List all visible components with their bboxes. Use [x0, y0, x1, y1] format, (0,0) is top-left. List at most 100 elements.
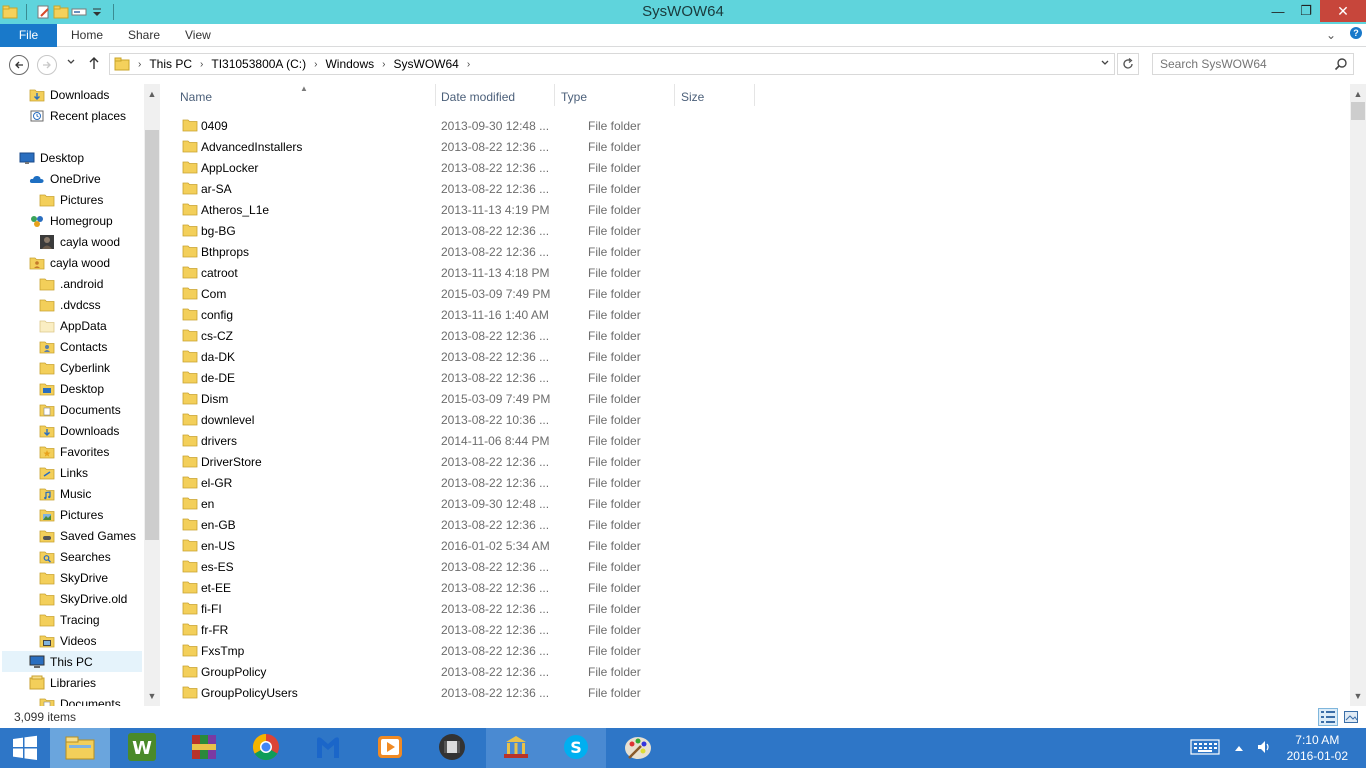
taskbar-app-file-explorer[interactable] [50, 728, 110, 768]
file-row[interactable]: da-DK 2013-08-22 12:36 ... File folder [178, 346, 778, 367]
maximize-button[interactable]: ❐ [1292, 0, 1320, 22]
nav-item-downloads[interactable]: Downloads [39, 420, 119, 441]
properties-icon[interactable] [35, 4, 51, 20]
nav-item-onedrive[interactable]: OneDrive [29, 168, 101, 189]
tab-home[interactable]: Home [57, 24, 117, 47]
nav-item-desktop[interactable]: Desktop [19, 147, 84, 168]
nav-item-videos[interactable]: Videos [39, 630, 96, 651]
nav-item-searches[interactable]: Searches [39, 546, 111, 567]
clock[interactable]: 7:10 AM 2016-01-02 [1287, 732, 1348, 764]
column-header-date-modified[interactable]: Date modified [441, 90, 515, 104]
nav-item-documents[interactable]: Documents [39, 693, 121, 706]
nav-item-favorites[interactable]: Favorites [39, 441, 109, 462]
taskbar-app-museum-app[interactable] [486, 728, 546, 768]
breadcrumb-separator[interactable]: › [463, 59, 474, 70]
minimize-button[interactable]: — [1264, 0, 1292, 22]
column-header-size[interactable]: Size [681, 90, 704, 104]
file-row[interactable]: en 2013-09-30 12:48 ... File folder [178, 493, 778, 514]
nav-item-cayla-wood[interactable]: cayla wood [29, 252, 110, 273]
nav-item-tracing[interactable]: Tracing [39, 609, 100, 630]
volume-icon[interactable] [1256, 739, 1272, 758]
tab-file[interactable]: File [0, 24, 57, 47]
taskbar-app-video-editor[interactable] [422, 728, 482, 768]
close-button[interactable]: ✕ [1320, 0, 1366, 22]
start-button[interactable] [0, 728, 50, 768]
nav-item-saved-games[interactable]: Saved Games [39, 525, 136, 546]
file-row[interactable]: el-GR 2013-08-22 12:36 ... File folder [178, 472, 778, 493]
taskbar-app-winrar[interactable] [174, 728, 234, 768]
file-row[interactable]: downlevel 2013-08-22 10:36 ... File folder [178, 409, 778, 430]
file-row[interactable]: et-EE 2013-08-22 12:36 ... File folder [178, 577, 778, 598]
nav-scrollbar[interactable]: ▲ ▼ [144, 84, 160, 706]
nav-item-dvdcss[interactable]: .dvdcss [39, 294, 101, 315]
breadcrumb-drive-c[interactable]: TI31053800A (C:) [207, 53, 310, 75]
file-row[interactable]: bg-BG 2013-08-22 12:36 ... File folder [178, 220, 778, 241]
column-divider[interactable] [554, 84, 555, 106]
breadcrumb-separator[interactable]: › [310, 59, 321, 70]
search-icon[interactable] [1334, 57, 1348, 74]
search-input[interactable] [1153, 54, 1325, 74]
breadcrumb-separator[interactable]: › [378, 59, 389, 70]
taskbar-app-paint[interactable] [608, 728, 668, 768]
column-divider[interactable] [674, 84, 675, 106]
breadcrumb-windows[interactable]: Windows [321, 53, 378, 75]
rename-icon[interactable] [71, 4, 87, 20]
file-row[interactable]: GroupPolicy 2013-08-22 12:36 ... File fold… [178, 661, 778, 682]
keyboard-icon[interactable] [1190, 738, 1220, 759]
breadcrumb-separator[interactable]: › [196, 59, 207, 70]
scroll-down-arrow[interactable]: ▼ [1350, 688, 1366, 704]
taskbar-app-skype[interactable]: S [546, 728, 606, 768]
back-button[interactable] [9, 55, 29, 75]
file-row[interactable]: 0409 2013-09-30 12:48 ... File folder [178, 115, 778, 136]
up-button[interactable] [88, 56, 100, 73]
file-list-scrollbar-thumb[interactable] [1351, 102, 1365, 120]
nav-item-cyberlink[interactable]: Cyberlink [39, 357, 110, 378]
file-row[interactable]: AdvancedInstallers 2013-08-22 12:36 ... Fi… [178, 136, 778, 157]
tab-view[interactable]: View [171, 24, 225, 47]
file-row[interactable]: Atheros_L1e 2013-11-13 4:19 PM File folder [178, 199, 778, 220]
nav-item-desktop[interactable]: Desktop [39, 378, 104, 399]
nav-item-pictures[interactable]: Pictures [39, 189, 103, 210]
folder-app-icon[interactable] [2, 4, 18, 20]
file-list-scrollbar[interactable]: ▲ ▼ [1350, 84, 1366, 706]
scroll-up-arrow[interactable]: ▲ [1350, 86, 1366, 102]
details-view-button[interactable] [1318, 708, 1338, 726]
file-row[interactable]: FxsTmp 2013-08-22 12:36 ... File folder [178, 640, 778, 661]
file-row[interactable]: GroupPolicyUsers 2013-08-22 12:36 ... File… [178, 682, 778, 703]
nav-scroll-down-arrow[interactable]: ▼ [144, 688, 160, 704]
breadcrumb-this-pc[interactable]: This PC [145, 53, 196, 75]
nav-item-android[interactable]: .android [39, 273, 103, 294]
nav-item-skydrive-old[interactable]: SkyDrive.old [39, 588, 127, 609]
taskbar-app-wordperfect[interactable]: W [112, 728, 172, 768]
nav-item-libraries[interactable]: Libraries [29, 672, 96, 693]
nav-item-documents[interactable]: Documents [39, 399, 121, 420]
column-header-name[interactable]: Name [180, 90, 212, 104]
address-history-dropdown[interactable] [1100, 56, 1110, 73]
file-row[interactable]: DriverStore 2013-08-22 12:36 ... File fold… [178, 451, 778, 472]
nav-scrollbar-thumb[interactable] [145, 130, 159, 540]
help-button[interactable]: ? [1350, 27, 1362, 39]
tab-share[interactable]: Share [114, 24, 174, 47]
expand-ribbon-button[interactable]: ⌄ [1326, 28, 1336, 42]
file-row[interactable]: fi-FI 2013-08-22 12:36 ... File folder [178, 598, 778, 619]
nav-scroll-up-arrow[interactable]: ▲ [144, 86, 160, 102]
taskbar-app-media-player[interactable] [360, 728, 420, 768]
nav-item-recent-places[interactable]: Recent places [29, 105, 126, 126]
breadcrumb-separator[interactable]: › [134, 59, 145, 70]
column-header-type[interactable]: Type [561, 90, 587, 104]
new-folder-icon[interactable] [53, 4, 69, 20]
nav-item-cayla-wood[interactable]: cayla wood [39, 231, 120, 252]
file-row[interactable]: Bthprops 2013-08-22 12:36 ... File folder [178, 241, 778, 262]
file-row[interactable]: fr-FR 2013-08-22 12:36 ... File folder [178, 619, 778, 640]
nav-item-appdata[interactable]: AppData [39, 315, 107, 336]
nav-item-homegroup[interactable]: Homegroup [29, 210, 113, 231]
file-row[interactable]: de-DE 2013-08-22 12:36 ... File folder [178, 367, 778, 388]
nav-item-pictures[interactable]: Pictures [39, 504, 103, 525]
file-row[interactable]: es-ES 2013-08-22 12:36 ... File folder [178, 556, 778, 577]
taskbar-app-chrome[interactable] [236, 728, 296, 768]
file-row[interactable]: en-US 2016-01-02 5:34 AM File folder [178, 535, 778, 556]
file-row[interactable]: en-GB 2013-08-22 12:36 ... File folder [178, 514, 778, 535]
nav-item-contacts[interactable]: Contacts [39, 336, 107, 357]
file-row[interactable]: Dism 2015-03-09 7:49 PM File folder [178, 388, 778, 409]
nav-item-skydrive[interactable]: SkyDrive [39, 567, 108, 588]
